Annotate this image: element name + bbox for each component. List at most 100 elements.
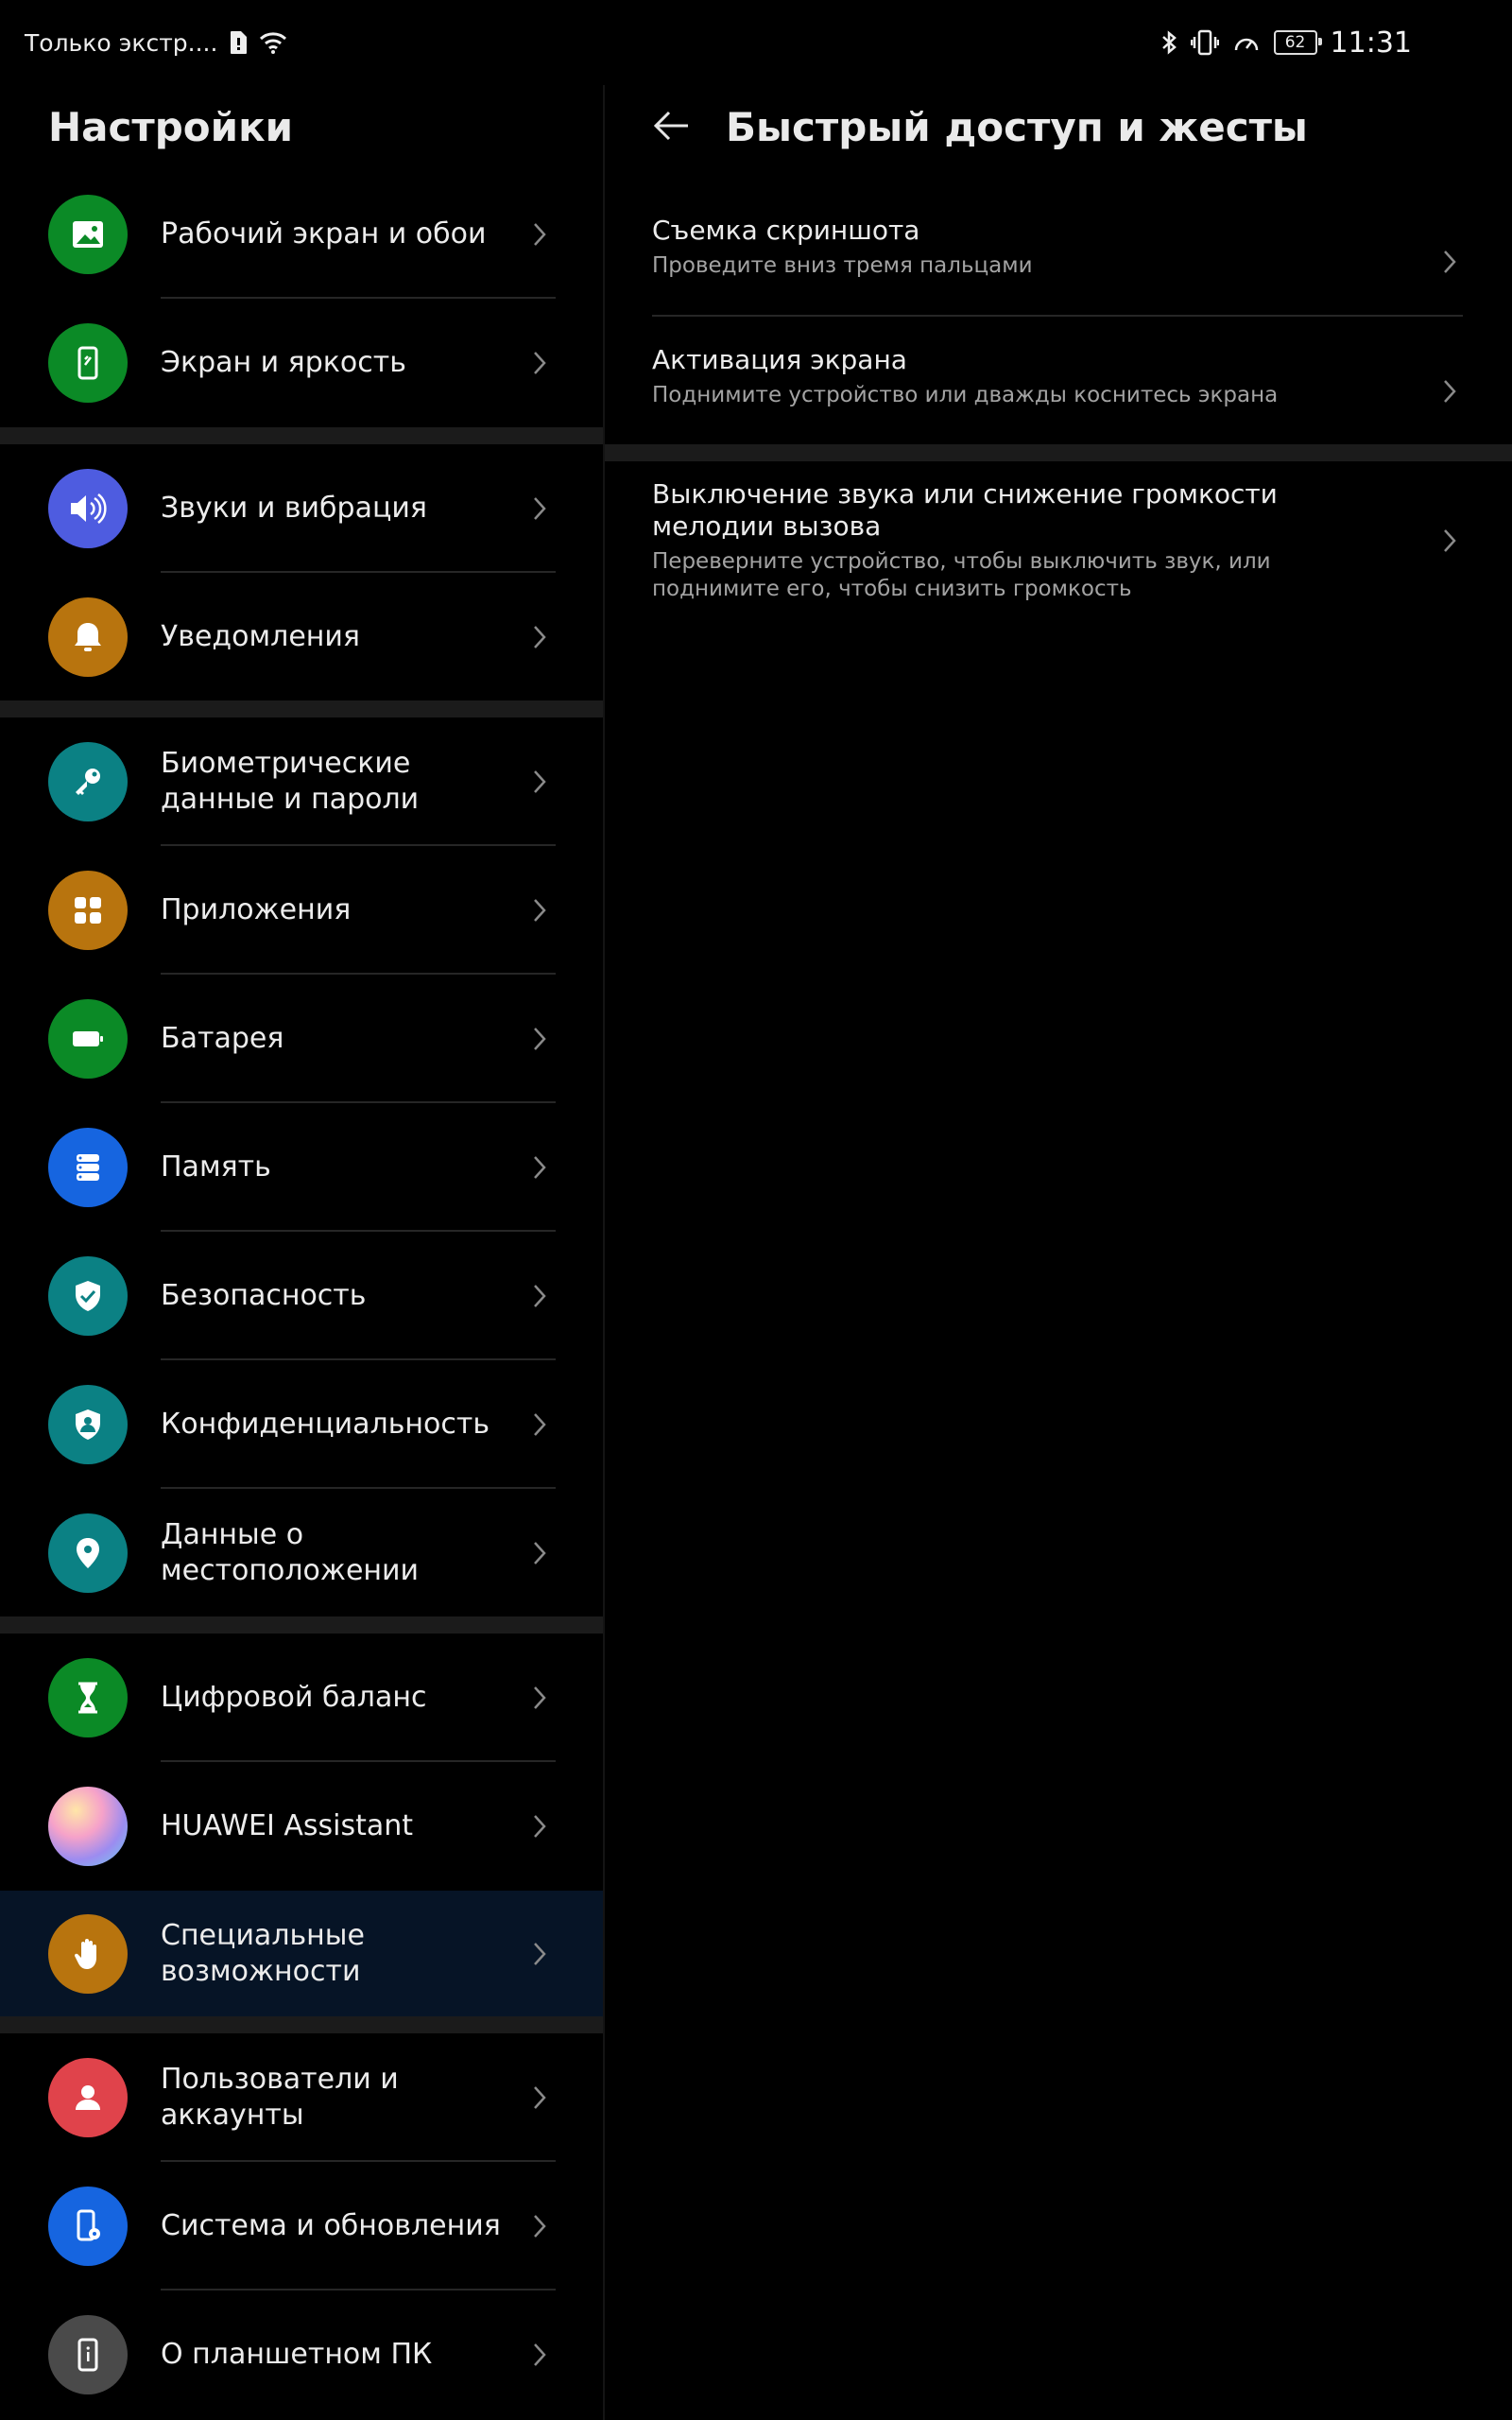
chevron-right-icon — [532, 896, 557, 925]
settings-item-sounds[interactable]: Звуки и вибрация — [0, 444, 603, 573]
assistant-orb-icon — [48, 1787, 128, 1866]
apps-grid-icon — [48, 871, 128, 950]
settings-item-label: О планшетном ПК — [161, 2338, 433, 2371]
chevron-right-icon — [532, 2083, 557, 2112]
group-separator — [605, 444, 1512, 461]
settings-item-huawei-assistant[interactable]: HUAWEI Assistant — [0, 1762, 603, 1891]
hand-icon — [48, 1913, 128, 1994]
settings-title: Настройки — [48, 104, 294, 150]
chevron-right-icon — [532, 2212, 557, 2240]
sim-card-icon — [229, 30, 248, 55]
status-bar: Только экстр.... 62 11:31 — [0, 0, 1512, 85]
detail-title: Быстрый доступ и жесты — [726, 104, 1308, 150]
gesture-item-subtitle: Переверните устройство, чтобы выключить … — [652, 549, 1271, 601]
battery-icon — [48, 999, 128, 1079]
gesture-item-mute-ringtone[interactable]: Выключение звука или снижение громкости … — [652, 478, 1465, 607]
settings-item-label: Батарея — [161, 1022, 284, 1055]
settings-item-about-tablet[interactable]: О планшетном ПК — [0, 2290, 603, 2419]
chevron-right-icon — [532, 2341, 557, 2369]
back-arrow-icon[interactable] — [652, 109, 690, 147]
settings-item-privacy[interactable]: Конфиденциальность — [0, 1360, 603, 1489]
settings-item-label: Специальные возможности — [161, 1918, 365, 1988]
privacy-shield-icon — [48, 1385, 128, 1464]
group-separator — [0, 427, 603, 444]
gesture-item-screenshot[interactable]: Съемка скриншота Проведите вниз тремя па… — [652, 215, 1465, 313]
settings-item-label: Система и обновления — [161, 2209, 501, 2242]
settings-item-display[interactable]: Экран и яркость — [0, 299, 603, 427]
key-icon — [48, 742, 128, 821]
divider — [652, 315, 1463, 317]
vibrate-icon — [1190, 29, 1219, 56]
settings-item-battery[interactable]: Батарея — [0, 975, 603, 1103]
chevron-right-icon — [532, 1812, 557, 1841]
chevron-right-icon — [532, 1282, 557, 1310]
settings-item-label: Звуки и вибрация — [161, 492, 427, 525]
settings-item-label: Пользователи и аккаунты — [161, 2063, 399, 2132]
chevron-right-icon — [532, 494, 557, 523]
chevron-right-icon — [532, 1025, 557, 1053]
group-separator — [0, 1616, 603, 1634]
hourglass-icon — [48, 1658, 128, 1737]
chevron-right-icon — [532, 1410, 557, 1439]
storage-icon — [48, 1128, 128, 1207]
settings-item-users-accounts[interactable]: Пользователи и аккаунты — [0, 2033, 603, 2162]
chevron-right-icon — [532, 1684, 557, 1712]
settings-item-label: Безопасность — [161, 1279, 367, 1312]
speedometer-icon — [1232, 29, 1261, 56]
pane-divider — [603, 85, 605, 2420]
settings-item-notifications[interactable]: Уведомления — [0, 573, 603, 700]
chevron-right-icon — [532, 220, 557, 249]
image-icon — [48, 195, 128, 274]
settings-item-label: Конфиденциальность — [161, 1408, 490, 1441]
settings-item-digital-balance[interactable]: Цифровой баланс — [0, 1634, 603, 1762]
settings-item-home-screen[interactable]: Рабочий экран и обои — [0, 170, 603, 299]
chevron-right-icon — [1442, 378, 1457, 408]
detail-header: Быстрый доступ и жесты — [652, 104, 1308, 150]
settings-item-label: Память — [161, 1150, 271, 1184]
chevron-right-icon — [532, 349, 557, 377]
gesture-item-subtitle: Проведите вниз тремя пальцами — [652, 253, 1033, 278]
gesture-item-subtitle: Поднимите устройство или дважды коснитес… — [652, 383, 1279, 407]
group-separator — [0, 2016, 603, 2033]
chevron-right-icon — [532, 768, 557, 796]
speaker-icon — [48, 469, 128, 548]
bell-icon — [48, 596, 128, 677]
clock: 11:31 — [1330, 26, 1412, 60]
shield-check-icon — [48, 1256, 128, 1336]
chevron-right-icon — [532, 1940, 557, 1968]
chevron-right-icon — [532, 1539, 557, 1567]
chevron-right-icon — [1442, 527, 1457, 558]
settings-item-label: Данные о местоположении — [161, 1517, 420, 1587]
gesture-item-wake-screen[interactable]: Активация экрана Поднимите устройство ил… — [652, 344, 1465, 442]
phone-brightness-icon — [48, 323, 128, 403]
settings-item-label: Приложения — [161, 893, 352, 926]
group-separator — [0, 700, 603, 717]
wifi-icon — [259, 31, 287, 54]
settings-item-apps[interactable]: Приложения — [0, 846, 603, 975]
settings-item-biometrics[interactable]: Биометрические данные и пароли — [0, 717, 603, 846]
settings-item-label: Рабочий экран и обои — [161, 217, 487, 251]
gesture-item-title: Съемка скриншота — [652, 215, 920, 246]
phone-gear-icon — [48, 2187, 128, 2266]
settings-item-system-updates[interactable]: Система и обновления — [0, 2162, 603, 2290]
chevron-right-icon — [1442, 249, 1457, 279]
settings-item-label: Экран и яркость — [161, 346, 406, 379]
settings-item-label: HUAWEI Assistant — [161, 1809, 414, 1842]
settings-item-location[interactable]: Данные о местоположении — [0, 1489, 603, 1616]
settings-item-label: Биометрические данные и пароли — [161, 747, 420, 816]
gesture-item-title: Активация экрана — [652, 344, 907, 375]
bluetooth-icon — [1160, 29, 1177, 56]
phone-info-icon — [48, 2315, 128, 2394]
settings-item-label: Цифровой баланс — [161, 1681, 427, 1714]
settings-item-security[interactable]: Безопасность — [0, 1232, 603, 1360]
location-pin-icon — [48, 1512, 128, 1593]
carrier-label: Только экстр.... — [25, 28, 218, 57]
chevron-right-icon — [532, 623, 557, 651]
user-icon — [48, 2058, 128, 2137]
battery-indicator: 62 — [1273, 30, 1322, 55]
gesture-item-title: Выключение звука или снижение громкости … — [652, 478, 1278, 542]
settings-item-label: Уведомления — [161, 619, 360, 653]
settings-item-storage[interactable]: Память — [0, 1103, 603, 1232]
settings-item-accessibility[interactable]: Специальные возможности — [0, 1891, 603, 2016]
chevron-right-icon — [532, 1153, 557, 1182]
